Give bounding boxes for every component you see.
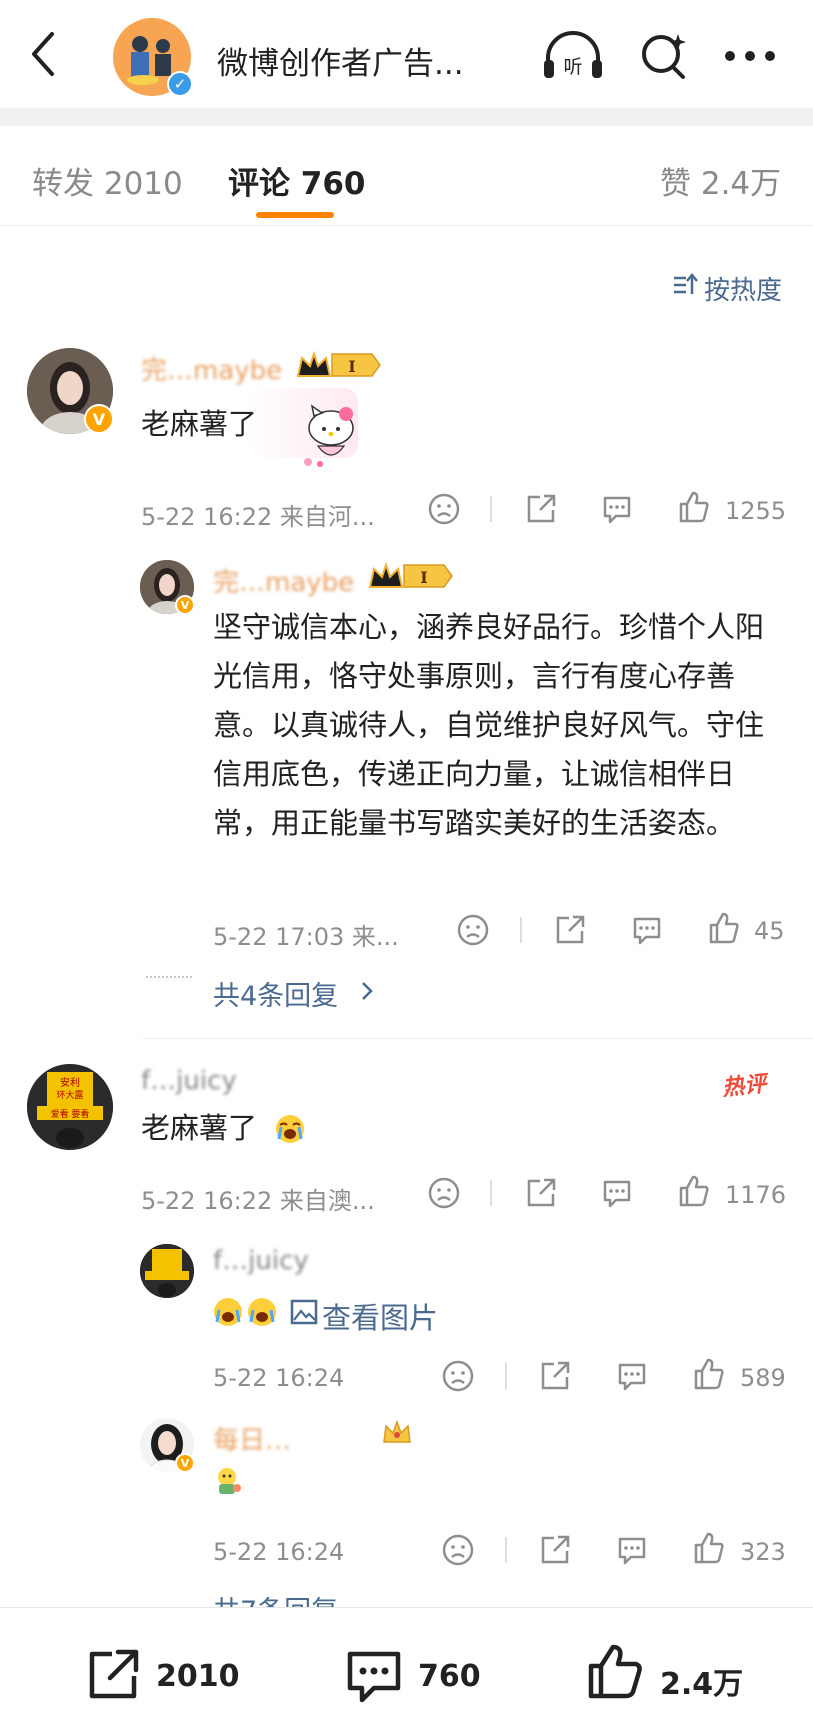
search-icon[interactable] [638, 30, 690, 82]
like-icon[interactable] [677, 490, 711, 524]
sort-by-hot[interactable]: 按热度 [704, 270, 782, 307]
header-divider [0, 108, 813, 126]
page-title: 微博创作者广告... [217, 46, 464, 82]
chevron-right-icon[interactable] [360, 980, 374, 1002]
like-count: 45 [754, 917, 785, 945]
reply-icon[interactable] [615, 1533, 649, 1567]
action-separator [520, 917, 522, 943]
tabs-divider [0, 225, 813, 226]
top-nav-bar: ✓ 微博创作者广告... 听 [0, 0, 813, 108]
share-icon[interactable] [538, 1359, 572, 1393]
comment-divider [143, 1038, 813, 1039]
sort-icon[interactable] [672, 270, 698, 300]
reply-icon[interactable] [630, 913, 664, 947]
hot-comment-badge: 热评 [721, 1071, 768, 1102]
share-icon[interactable] [553, 913, 587, 947]
comment-icon[interactable] [344, 1648, 404, 1706]
comment-text: 老麻薯了 [141, 1111, 258, 1145]
reply-author[interactable]: f…juicy [213, 1246, 309, 1276]
like-icon[interactable] [677, 1174, 711, 1208]
member-badge-icon: I [296, 348, 382, 382]
action-separator [505, 1363, 507, 1389]
svg-text:爱看 要看: 爱看 要看 [51, 1108, 90, 1120]
dislike-icon[interactable] [441, 1359, 475, 1393]
verified-badge-icon: V [84, 404, 114, 434]
svg-text:I: I [348, 357, 355, 376]
svg-text:环大露: 环大露 [56, 1089, 83, 1101]
sticker-emoji-icon [213, 1466, 243, 1496]
avatar[interactable]: 安利 环大露 爱看 要看 [27, 1064, 113, 1150]
dislike-icon[interactable] [427, 1176, 461, 1210]
reply-author[interactable]: 完…maybe [213, 562, 354, 599]
reply-icon[interactable] [615, 1359, 649, 1393]
share-icon[interactable] [538, 1533, 572, 1567]
like-icon[interactable] [692, 1531, 726, 1565]
reply-meta: 5-22 17:03 来... [213, 923, 399, 951]
tab-comments[interactable]: 评论 760 [228, 158, 366, 203]
tab-likes[interactable]: 赞 2.4万 [660, 158, 781, 203]
comment-author[interactable]: 完…maybe [141, 350, 282, 387]
repost-count[interactable]: 2010 [156, 1659, 240, 1694]
listen-icon[interactable]: 听 [540, 30, 606, 84]
svg-text:安利: 安利 [60, 1076, 80, 1089]
svg-text:I: I [420, 568, 427, 587]
bottom-action-bar: 2010 760 2.4万 [0, 1607, 813, 1733]
comment-meta: 5-22 16:22 来自澳... [141, 1187, 375, 1215]
more-icon[interactable] [724, 50, 776, 62]
reply-icon[interactable] [600, 1176, 634, 1210]
comment-meta: 5-22 16:22 来自河... [141, 503, 375, 531]
action-separator [490, 496, 492, 522]
like-count: 589 [740, 1364, 786, 1392]
share-icon[interactable] [524, 492, 558, 526]
action-separator [490, 1180, 492, 1206]
active-tab-indicator [256, 212, 334, 218]
view-image-link[interactable]: 查看图片 [322, 1295, 438, 1337]
like-icon[interactable] [585, 1642, 645, 1702]
action-separator [505, 1537, 507, 1563]
avatar[interactable] [140, 1244, 194, 1298]
comment-text: 老麻薯了 [141, 407, 258, 441]
reply-text: 坚守诚信本心，涵养良好品行。珍惜个人阳光信用，恪守处事原则，言行有度心存善意。以… [213, 610, 765, 840]
reply-meta: 5-22 16:24 [213, 1364, 345, 1392]
repost-icon[interactable] [84, 1646, 142, 1704]
dislike-icon[interactable] [427, 492, 461, 526]
like-count: 1255 [725, 497, 787, 525]
back-icon[interactable] [26, 30, 60, 78]
reply-dots [146, 976, 192, 980]
verified-badge-icon: ✓ [167, 71, 193, 97]
like-count: 323 [740, 1538, 786, 1566]
reply-icon[interactable] [600, 492, 634, 526]
image-icon[interactable] [290, 1298, 318, 1326]
verified-badge-icon: V [175, 1453, 195, 1473]
reply-author[interactable]: 每日… [213, 1420, 291, 1457]
hello-kitty-icon [300, 404, 362, 470]
tab-reposts[interactable]: 转发 2010 [32, 158, 183, 203]
svg-text:听: 听 [563, 56, 582, 78]
comment-count[interactable]: 760 [418, 1659, 481, 1694]
share-icon[interactable] [524, 1176, 558, 1210]
crying-emoji-icon [274, 1113, 306, 1145]
member-badge-icon: I [368, 559, 454, 593]
like-icon[interactable] [707, 911, 741, 945]
like-count-total[interactable]: 2.4万 [660, 1659, 743, 1703]
like-count: 1176 [725, 1181, 787, 1209]
reply-meta: 5-22 16:24 [213, 1538, 345, 1566]
comment-author[interactable]: f…juicy [141, 1066, 237, 1096]
crying-emoji-icon [212, 1296, 278, 1328]
like-icon[interactable] [692, 1357, 726, 1391]
more-replies-link[interactable]: 共4条回复 [213, 974, 338, 1013]
dislike-icon[interactable] [456, 913, 490, 947]
verified-badge-icon: V [175, 595, 195, 615]
dislike-icon[interactable] [441, 1533, 475, 1567]
crown-badge-icon [380, 1416, 414, 1450]
